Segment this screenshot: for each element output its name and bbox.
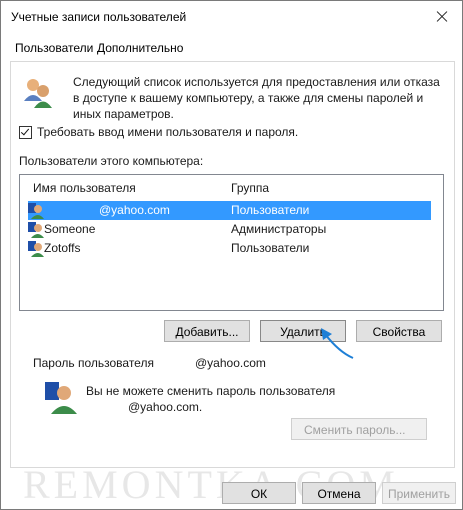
change-password-button[interactable]: Сменить пароль...	[291, 418, 427, 440]
title-bar: Учетные записи пользователей	[1, 1, 462, 33]
add-user-button[interactable]: Добавить...	[164, 320, 250, 342]
users-list[interactable]: Имя пользователя Группа @yahoo.com Польз…	[19, 174, 444, 311]
user-icon	[28, 222, 44, 238]
password-section-label: Пароль пользователя	[33, 356, 154, 370]
password-section-user: @yahoo.com	[195, 356, 266, 370]
password-message: Вы не можете сменить пароль пользователя…	[86, 383, 416, 415]
info-text: Следующий список используется для предос…	[73, 75, 440, 121]
user-name: Zotoffs	[44, 241, 81, 255]
user-group: Пользователи	[231, 241, 310, 255]
cancel-button[interactable]: Отмена	[302, 482, 376, 504]
table-row[interactable]: @yahoo.com Пользователи	[28, 201, 431, 220]
ok-button[interactable]: ОК	[222, 482, 296, 504]
apply-button[interactable]: Применить	[382, 482, 456, 504]
table-row[interactable]: Someone Администраторы	[28, 220, 431, 239]
require-login-label[interactable]: Требовать ввод имени пользователя и паро…	[37, 125, 298, 139]
tab-advanced[interactable]: Дополнительно	[97, 41, 183, 55]
list-header: Имя пользователя Группа	[20, 175, 443, 195]
user-name: Someone	[44, 222, 96, 236]
require-login-checkbox[interactable]	[19, 126, 32, 139]
close-icon[interactable]	[430, 5, 454, 29]
user-group: Администраторы	[231, 222, 327, 236]
user-icon	[28, 241, 44, 257]
column-header-username[interactable]: Имя пользователя	[33, 181, 136, 195]
column-header-group[interactable]: Группа	[231, 181, 269, 195]
user-password-icon	[45, 382, 77, 414]
tab-users[interactable]: Пользователи	[15, 41, 93, 55]
password-message-line1: Вы не можете сменить пароль пользователя	[86, 384, 336, 398]
users-tab-panel: Следующий список используется для предос…	[10, 61, 455, 468]
user-accounts-dialog: Учетные записи пользователей Пользовател…	[0, 0, 463, 510]
window-title: Учетные записи пользователей	[11, 10, 187, 24]
users-section-label: Пользователи этого компьютера:	[19, 154, 204, 168]
user-icon	[28, 203, 44, 219]
table-row[interactable]: Zotoffs Пользователи	[28, 239, 431, 258]
properties-button[interactable]: Свойства	[356, 320, 442, 342]
user-group: Пользователи	[231, 203, 310, 217]
user-name: @yahoo.com	[99, 203, 170, 217]
users-icon	[24, 79, 52, 108]
pointer-arrow-icon	[321, 328, 354, 359]
password-message-line2: @yahoo.com.	[128, 400, 203, 414]
